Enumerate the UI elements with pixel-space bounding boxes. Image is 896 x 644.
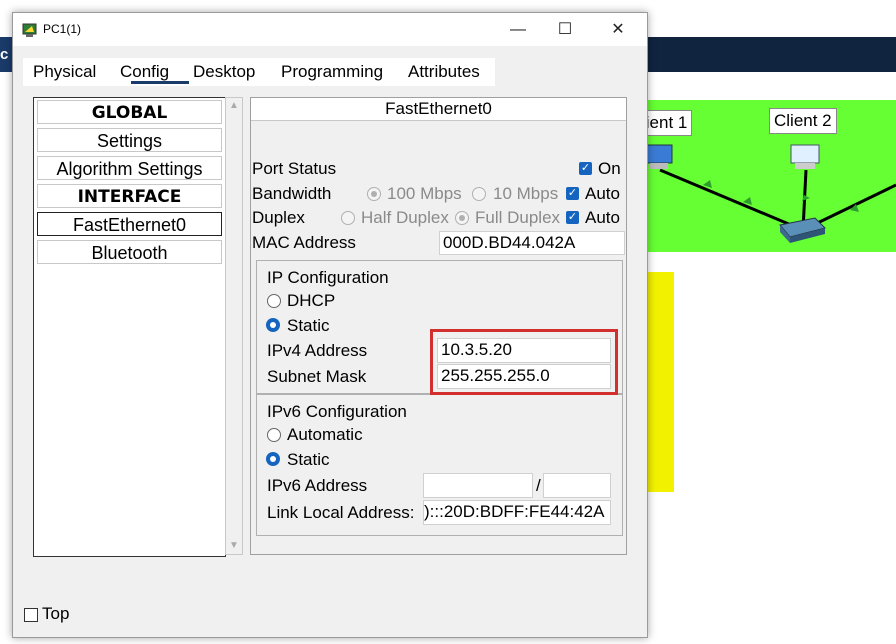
pc-icon <box>645 144 673 169</box>
sidebar-item-bluetooth[interactable]: Bluetooth <box>37 240 222 264</box>
dhcp-radio[interactable] <box>267 294 281 308</box>
pc-app-icon <box>22 23 37 37</box>
tab-config[interactable]: Config <box>120 62 169 82</box>
sidebar-item-settings[interactable]: Settings <box>37 128 222 152</box>
half-duplex-label: Half Duplex <box>361 208 449 227</box>
window-title: PC1(1) <box>43 22 82 36</box>
port-status-on-label: On <box>598 159 621 178</box>
link-local-label: Link Local Address: <box>267 503 415 522</box>
title-bar[interactable]: PC1(1) — ☐ ✕ <box>13 13 647 46</box>
pc-config-window: PC1(1) — ☐ ✕ Physical Config Desktop Pro… <box>12 12 648 638</box>
tab-bar: Physical Config Desktop Programming Attr… <box>23 58 495 86</box>
dhcp-label: DHCP <box>287 291 336 310</box>
sidebar-item-fastethernet0[interactable]: FastEthernet0 <box>37 212 222 236</box>
client-2-label: Client 2 <box>769 108 837 134</box>
link-local-field[interactable]: ):::20D:BDFF:FE44:42A <box>423 500 611 525</box>
ip-highlight-box <box>430 329 618 395</box>
mac-address-field[interactable]: 000D.BD44.042A <box>439 231 625 255</box>
bandwidth-10-radio[interactable] <box>472 187 486 201</box>
full-duplex-label: Full Duplex <box>475 208 561 227</box>
interface-header: FastEthernet0 <box>251 98 626 121</box>
ipv6-configuration-group: IPv6 Configuration Automatic Static IPv6… <box>256 394 623 536</box>
minimize-button[interactable]: — <box>495 13 541 46</box>
ipv6-static-label: Static <box>287 450 330 469</box>
bandwidth-10-label: 10 Mbps <box>493 184 559 203</box>
duplex-label: Duplex <box>252 208 305 227</box>
ipv6-prefix-separator: / <box>536 476 541 495</box>
ipv6-config-title: IPv6 Configuration <box>267 402 407 421</box>
subnet-mask-label: Subnet Mask <box>267 367 367 386</box>
sidebar-scrollbar[interactable]: ▲ ▼ <box>225 97 243 555</box>
bandwidth-auto-checkbox[interactable]: ✓ <box>566 187 579 200</box>
maximize-button[interactable]: ☐ <box>542 13 588 46</box>
ipv6-automatic-radio[interactable] <box>267 428 281 442</box>
bandwidth-label: Bandwidth <box>252 184 332 203</box>
tab-desktop[interactable]: Desktop <box>193 62 255 82</box>
full-duplex-radio[interactable] <box>455 211 469 225</box>
static-ipv4-radio[interactable] <box>266 318 280 332</box>
half-duplex-radio[interactable] <box>341 211 355 225</box>
sidebar-heading-interface: INTERFACE <box>37 184 222 208</box>
interface-config-panel: FastEthernet0 Port Status ✓ On Bandwidth… <box>250 97 627 555</box>
pc-icon <box>790 144 820 169</box>
top-label: Top <box>42 604 70 623</box>
tab-programming[interactable]: Programming <box>281 62 383 82</box>
sidebar-heading-global: GLOBAL <box>37 100 222 124</box>
network-canvas[interactable]: lient 1 Client 2 <box>638 100 896 252</box>
active-tab-indicator <box>131 81 189 84</box>
ipv6-address-label: IPv6 Address <box>267 476 368 495</box>
bandwidth-100-label: 100 Mbps <box>387 184 462 203</box>
workspace-blue-band <box>640 37 896 72</box>
scroll-down-icon[interactable]: ▼ <box>229 540 239 551</box>
scroll-up-icon[interactable]: ▲ <box>229 100 239 111</box>
left-edge-text: c <box>0 46 9 63</box>
ipv6-automatic-label: Automatic <box>287 425 363 444</box>
bandwidth-auto-label: Auto <box>585 184 620 203</box>
port-status-checkbox[interactable]: ✓ <box>579 162 592 175</box>
sidebar-item-algorithm-settings[interactable]: Algorithm Settings <box>37 156 222 180</box>
top-checkbox[interactable] <box>24 608 38 622</box>
tab-attributes[interactable]: Attributes <box>408 62 480 82</box>
ipv6-address-field[interactable] <box>423 473 533 498</box>
ip-config-title: IP Configuration <box>267 268 389 287</box>
close-button[interactable]: ✕ <box>595 13 641 46</box>
duplex-auto-checkbox[interactable]: ✓ <box>566 211 579 224</box>
port-status-label: Port Status <box>252 159 337 178</box>
link-light-icon <box>703 180 712 188</box>
static-ipv4-label: Static <box>287 316 330 335</box>
ipv4-address-label: IPv4 Address <box>267 341 368 360</box>
workspace-left-edge: c <box>0 37 12 72</box>
ipv6-static-radio[interactable] <box>266 452 280 466</box>
bandwidth-100-radio[interactable] <box>367 187 381 201</box>
tab-physical[interactable]: Physical <box>33 62 96 82</box>
mac-address-label: MAC Address <box>252 233 356 252</box>
duplex-auto-label: Auto <box>585 208 620 227</box>
ipv6-prefix-field[interactable] <box>543 473 611 498</box>
config-sidebar: GLOBAL Settings Algorithm Settings INTER… <box>33 97 226 557</box>
